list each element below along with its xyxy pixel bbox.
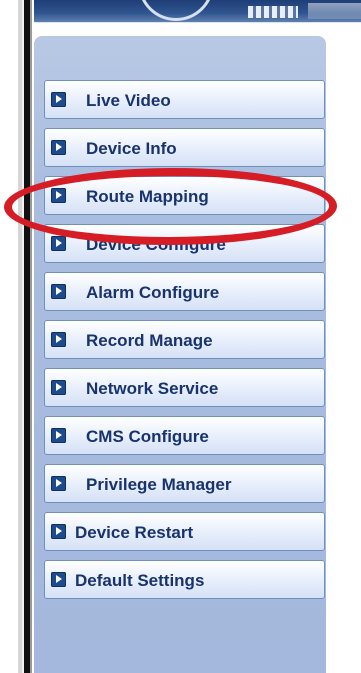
- menu-item-label: Live Video: [86, 91, 171, 110]
- sidebar-menu: Live Video Device Info Route Mapping Dev…: [44, 80, 325, 610]
- arrow-right-icon: [51, 380, 66, 395]
- arrow-right-icon: [51, 140, 66, 155]
- arrow-right-icon: [51, 236, 66, 251]
- menu-item-alarm-configure[interactable]: Alarm Configure: [44, 272, 325, 311]
- arrow-right-icon: [51, 524, 66, 539]
- menu-item-label: Route Mapping: [86, 187, 209, 206]
- header-divider: [34, 22, 361, 37]
- menu-item-label: Device Info: [86, 139, 177, 158]
- app-frame: Live Video Device Info Route Mapping Dev…: [0, 0, 361, 673]
- arrow-right-icon: [51, 284, 66, 299]
- header-banner: [34, 0, 361, 22]
- banner-logo-arc: [138, 0, 214, 21]
- menu-item-live-video[interactable]: Live Video: [44, 80, 325, 119]
- arrow-right-icon: [51, 92, 66, 107]
- menu-item-label: Privilege Manager: [86, 475, 232, 494]
- menu-item-label: Record Manage: [86, 331, 213, 350]
- menu-item-device-configure[interactable]: Device Configure: [44, 224, 325, 263]
- banner-text-block: [308, 3, 361, 19]
- arrow-right-icon: [51, 332, 66, 347]
- menu-item-label: Default Settings: [75, 571, 205, 590]
- menu-item-record-manage[interactable]: Record Manage: [44, 320, 325, 359]
- arrow-right-icon: [51, 428, 66, 443]
- arrow-right-icon: [51, 476, 66, 491]
- left-border: [14, 0, 34, 673]
- menu-item-label: Network Service: [86, 379, 219, 398]
- banner-decoration: [248, 6, 298, 18]
- menu-item-label: Alarm Configure: [86, 283, 220, 302]
- arrow-right-icon: [51, 188, 66, 203]
- arrow-right-icon: [51, 572, 66, 587]
- menu-item-default-settings[interactable]: Default Settings: [44, 560, 325, 599]
- menu-item-device-restart[interactable]: Device Restart: [44, 512, 325, 551]
- menu-item-route-mapping[interactable]: Route Mapping: [44, 176, 325, 215]
- menu-item-label: CMS Configure: [86, 427, 209, 446]
- menu-item-cms-configure[interactable]: CMS Configure: [44, 416, 325, 455]
- menu-item-label: Device Configure: [86, 235, 226, 254]
- menu-item-privilege-manager[interactable]: Privilege Manager: [44, 464, 325, 503]
- menu-item-network-service[interactable]: Network Service: [44, 368, 325, 407]
- menu-item-device-info[interactable]: Device Info: [44, 128, 325, 167]
- menu-item-label: Device Restart: [75, 523, 194, 542]
